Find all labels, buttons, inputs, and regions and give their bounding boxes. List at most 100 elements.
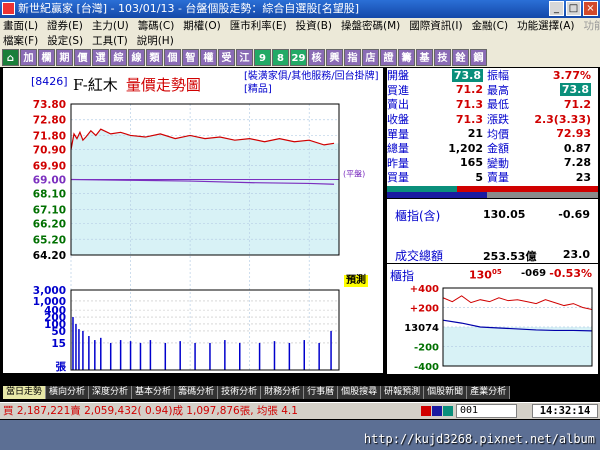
status-indicator-icon (421, 406, 453, 416)
menu-item[interactable]: 期權(O) (183, 18, 220, 33)
stat-label: 買進 (387, 83, 409, 97)
price-panel: 73.80 72.80 71.80 70.90 69.90 69.00 68.10 67.10… (3, 68, 383, 387)
menu-item[interactable]: 證券(E) (47, 18, 83, 33)
stats-row: 賣出 71.3 最低 71.2 (387, 97, 598, 112)
index-upper-bg (443, 288, 592, 327)
title-bar: 新世紀贏家 [台灣] - 103/01/13 - 台盤個股走勢：綜合自選股[名望… (0, 0, 600, 18)
predict-button[interactable]: 預測 (344, 275, 368, 287)
window-title: 新世紀贏家 [台灣] - 103/01/13 - 台盤個股走勢：綜合自選股[名望… (18, 2, 359, 15)
menu-item[interactable]: 設定(S) (47, 33, 83, 48)
menu-row-secondary: 檔案(F) 設定(S) 工具(T) 說明(H) (0, 33, 600, 48)
toolbar-button[interactable]: 期 (56, 49, 73, 66)
toolbar-button[interactable]: 8 (272, 49, 289, 66)
toolbar-button[interactable]: 核 (308, 49, 325, 66)
toolbar-button[interactable]: 技 (434, 49, 451, 66)
index-tick-label: +200 (410, 304, 439, 315)
tab-4[interactable]: 籌碼分析 (175, 386, 219, 399)
toolbar-button[interactable]: 29 (290, 49, 307, 66)
stat-value: 5 (475, 170, 483, 184)
stat-value: 3.77% (552, 68, 591, 82)
price-tick-label: 71.80 (33, 130, 66, 142)
toolbar-button[interactable]: 價 (74, 49, 91, 66)
menu-item[interactable]: 國際資訊(I) (409, 18, 462, 33)
tab-9[interactable]: 研報預測 (381, 386, 425, 399)
toolbar-button[interactable]: 店 (362, 49, 379, 66)
tab-0[interactable]: 當日走勢 (3, 386, 47, 399)
tab-8[interactable]: 個股搜尋 (338, 386, 382, 399)
stat-value: 71.2 (455, 83, 483, 97)
tab-1[interactable]: 橫向分析 (46, 386, 90, 399)
stats-row: 買進 71.2 最高 73.8 (387, 83, 598, 98)
toolbar-button[interactable]: 類 (146, 49, 163, 66)
stat-label: 單量 (387, 127, 409, 141)
industry-link[interactable]: [裝潢家俱/其他服務/回台掛牌] (244, 70, 379, 83)
menu-item[interactable]: 檔案(F) (3, 33, 38, 48)
stat-value: 23 (575, 170, 591, 184)
menu-item[interactable]: 工具(T) (92, 33, 128, 48)
toolbar-button[interactable]: 指 (344, 49, 361, 66)
price-tick-label: 67.10 (33, 204, 66, 216)
menu-item[interactable]: 說明(H) (137, 33, 174, 48)
close-button[interactable]: × (583, 1, 598, 16)
price-tick-label: 69.00 (33, 175, 66, 187)
otc-index-chart-panel: 櫃指 13005 -069 -0.53% +400 +200 13074 -200 -4… (387, 264, 598, 374)
toolbar-button[interactable]: 線 (128, 49, 145, 66)
price-tick-label: 70.90 (33, 145, 66, 157)
menu-item[interactable]: 金融(C) (472, 18, 509, 33)
index-chart-value: 13005 (469, 268, 502, 282)
index-tick-label: +400 (410, 284, 439, 295)
menu-item[interactable]: 功能選擇(A) (517, 18, 574, 33)
tab-3[interactable]: 基本分析 (132, 386, 176, 399)
tab-6[interactable]: 財務分析 (261, 386, 305, 399)
menu-item[interactable]: 操盤密碼(M) (341, 18, 400, 33)
tab-10[interactable]: 個股新聞 (424, 386, 468, 399)
menu-item[interactable]: 籌碼(C) (138, 18, 175, 33)
stat-value: 72.93 (556, 127, 591, 141)
menu-item[interactable]: 畫面(L) (3, 18, 38, 33)
concept-link[interactable]: [精品] (244, 83, 379, 96)
lower-area-fill (71, 179, 339, 255)
menu-item[interactable]: 投資(B) (296, 18, 332, 33)
toolbar-button[interactable]: 證 (380, 49, 397, 66)
stat-value: 71.3 (455, 112, 483, 126)
index-tick-label: -200 (414, 343, 439, 354)
tab-5[interactable]: 技術分析 (218, 386, 262, 399)
toolbar-button[interactable]: 綜 (110, 49, 127, 66)
tab-7[interactable]: 行事曆 (304, 386, 339, 399)
toolbar-button[interactable]: 選 (92, 49, 109, 66)
toolbar-button[interactable]: 籌 (398, 49, 415, 66)
stat-value: 2.3(3.33) (534, 112, 591, 126)
price-tick-label: 66.20 (33, 219, 66, 231)
toolbar-button[interactable]: 欄 (38, 49, 55, 66)
tab-2[interactable]: 深度分析 (89, 386, 133, 399)
toolbar-button[interactable]: 智 (182, 49, 199, 66)
toolbar-button[interactable]: 銓 (452, 49, 469, 66)
toolbar-button[interactable]: 鋼 (470, 49, 487, 66)
toolbar-button[interactable]: 權 (200, 49, 217, 66)
toolbar-button[interactable]: 9 (254, 49, 271, 66)
toolbar-button[interactable]: 江 (236, 49, 253, 66)
quote-stats: 開盤 73.8 振幅 3.77% 買進 71.2 最高 73.8 賣出 71.3 最低 71.2 收盤 7… (387, 68, 598, 186)
stat-label: 漲跌 (487, 113, 509, 127)
stat-label: 開盤 (387, 69, 409, 83)
minimize-button[interactable]: _ (549, 1, 564, 16)
toolbar-button[interactable]: 加 (20, 49, 37, 66)
price-tick-label: 73.80 (33, 99, 66, 111)
toolbar-button[interactable]: ⌂ (2, 49, 19, 66)
market-ticker: 買 2,187,221賣 2,059,432( 0.94)成 1,097,876… (3, 405, 298, 417)
index-chart-change: -069 (521, 268, 547, 279)
tab-11[interactable]: 產業分析 (467, 386, 511, 399)
stock-name: F-紅木 (73, 76, 118, 94)
menu-item[interactable]: 匯市利率(E) (230, 18, 287, 33)
toolbar-button[interactable]: 受 (218, 49, 235, 66)
maximize-button[interactable]: □ (566, 1, 581, 16)
stat-value: 7.28 (563, 156, 591, 170)
stock-code-input[interactable]: 001 (456, 404, 517, 418)
stat-label: 振幅 (487, 69, 509, 83)
toolbar-button[interactable]: 興 (326, 49, 343, 66)
toolbar-button[interactable]: 個 (164, 49, 181, 66)
menu-item[interactable]: 功能選擇(F) (583, 18, 600, 33)
toolbar-button[interactable]: 基 (416, 49, 433, 66)
menu-item[interactable]: 主力(U) (92, 18, 129, 33)
turnover-label: 成交總額 (395, 249, 444, 263)
